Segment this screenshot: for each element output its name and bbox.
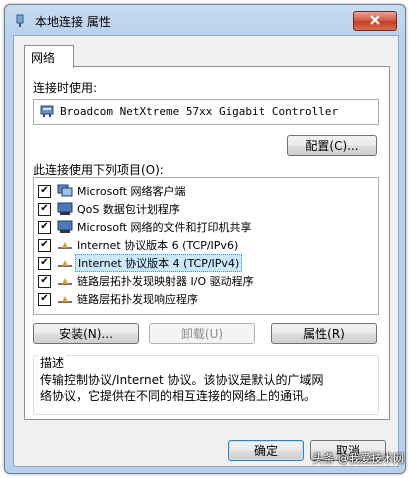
checkbox[interactable]: ✔ <box>38 256 51 270</box>
item-label: Internet 协议版本 6 (TCP/IPv6) <box>77 239 239 252</box>
adapter-name: Broadcom NetXtreme 57xx Gigabit Controll… <box>60 105 339 118</box>
checkbox[interactable]: ✔ <box>38 292 51 306</box>
checkbox[interactable]: ✔ <box>38 238 51 252</box>
checkbox[interactable]: ✔ <box>38 274 51 288</box>
item-label: QoS 数据包计划程序 <box>77 203 180 216</box>
protocol-icon <box>57 292 73 306</box>
properties-window: 本地连接 属性 网络 连接时使用: Broadcom NetXtreme 57x… <box>4 4 406 474</box>
list-item-selected[interactable]: ✔ Internet 协议版本 4 (TCP/IPv4) <box>38 254 243 272</box>
protocol-icon <box>57 256 73 270</box>
list-item[interactable]: ✔ Microsoft 网络的文件和打印机共享 <box>38 218 254 236</box>
configure-button[interactable]: 配置(C)... <box>287 135 377 156</box>
window-title: 本地连接 属性 <box>35 15 111 29</box>
description-line: 传输控制协议/Internet 协议。该协议是默认的广域网 <box>40 373 324 387</box>
adapter-box: Broadcom NetXtreme 57xx Gigabit Controll… <box>33 99 379 125</box>
list-item[interactable]: ✔ Microsoft 网络客户端 <box>38 182 188 200</box>
description-line: 络协议，它提供在不同的相互连接的网络上的通讯。 <box>40 389 317 403</box>
tab-network[interactable]: 网络 <box>24 45 74 68</box>
description-text: 传输控制协议/Internet 协议。该协议是默认的广域网 络协议，它提供在不同… <box>40 372 374 404</box>
connect-using-label: 连接时使用: <box>33 81 98 95</box>
dialog-client-area: 网络 连接时使用: Broadcom NetXtreme 57xx Gigabi… <box>13 35 399 467</box>
close-button[interactable] <box>353 11 397 31</box>
install-button[interactable]: 安装(N)... <box>33 323 139 344</box>
title-bar[interactable]: 本地连接 属性 <box>5 5 405 35</box>
properties-button[interactable]: 属性(R) <box>271 323 377 344</box>
list-item[interactable]: ✔ QoS 数据包计划程序 <box>38 200 182 218</box>
network-adapter-icon <box>40 104 54 121</box>
network-connection-icon <box>13 14 27 28</box>
item-label: Microsoft 网络的文件和打印机共享 <box>77 221 252 234</box>
checkbox[interactable]: ✔ <box>38 184 51 198</box>
item-label: Microsoft 网络客户端 <box>77 185 186 198</box>
list-item[interactable]: ✔ 链路层拓扑发现映射器 I/O 驱动程序 <box>38 272 256 290</box>
list-item[interactable]: ✔ Internet 协议版本 6 (TCP/IPv6) <box>38 236 240 254</box>
items-label: 此连接使用下列项目(O): <box>33 163 164 177</box>
protocol-icon <box>57 238 73 252</box>
description-group: 描述 传输控制协议/Internet 协议。该协议是默认的广域网 络协议，它提供… <box>33 354 379 415</box>
network-client-icon <box>57 184 73 198</box>
protocol-icon <box>57 274 73 288</box>
ok-button[interactable]: 确定 <box>228 440 304 461</box>
list-item[interactable]: ✔ 链路层拓扑发现响应程序 <box>38 290 200 308</box>
tab-panel: 连接时使用: Broadcom NetXtreme 57xx Gigabit C… <box>24 66 390 420</box>
uninstall-button[interactable]: 卸载(U) <box>149 323 255 344</box>
checkbox[interactable]: ✔ <box>38 220 51 234</box>
checkbox[interactable]: ✔ <box>38 202 51 216</box>
file-printer-sharing-icon <box>57 220 73 234</box>
item-label: Internet 协议版本 4 (TCP/IPv4) <box>75 254 243 272</box>
components-list[interactable]: ✔ Microsoft 网络客户端 ✔ QoS 数据包计划程序 ✔ Micros… <box>33 177 379 315</box>
item-label: 链路层拓扑发现响应程序 <box>77 293 198 306</box>
item-label: 链路层拓扑发现映射器 I/O 驱动程序 <box>77 275 254 288</box>
tab-label: 网络 <box>31 51 56 65</box>
qos-icon <box>57 202 73 216</box>
close-icon <box>369 14 381 28</box>
description-title: 描述 <box>38 354 67 371</box>
watermark-text: 头条 @我爱技术网 <box>312 452 405 465</box>
